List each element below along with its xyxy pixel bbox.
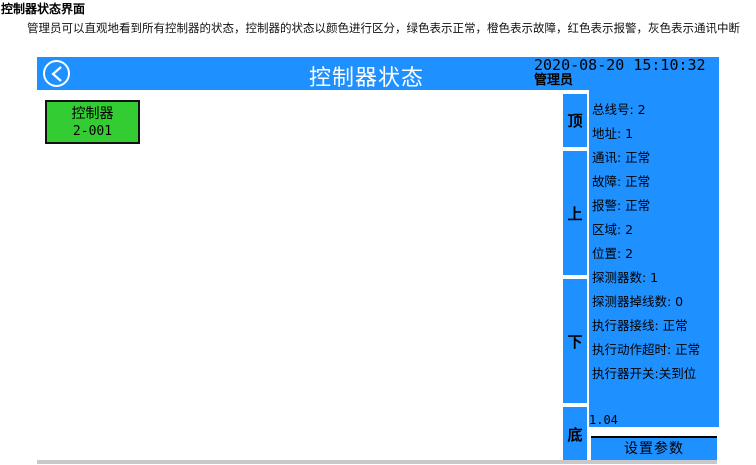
info-location: 位置: 2 [592, 246, 634, 261]
controller-name: 控制器 [71, 106, 114, 122]
header-bar: 控制器状态 2020-08-20 15:10:32 管理员 [37, 56, 719, 91]
page-nav: 顶 上 下 底 [563, 90, 587, 461]
nav-up-button[interactable]: 上 [563, 151, 587, 275]
datetime: 2020-08-20 15:10:32 [534, 56, 706, 74]
doc-paragraph: 管理员可以直观地看到所有控制器的状态，控制器的状态以颜色进行区分，绿色表示正常，… [27, 21, 740, 35]
settings-button[interactable]: 设置参数 [591, 436, 717, 460]
bottom-scrollbar[interactable] [37, 460, 717, 464]
info-actuator-wiring: 执行器接线: 正常 [592, 318, 688, 333]
info-alarm: 报警: 正常 [592, 198, 651, 213]
nav-down-button[interactable]: 下 [563, 279, 587, 403]
back-arrow-icon [51, 66, 62, 82]
info-fault: 故障: 正常 [592, 174, 651, 189]
info-communication: 通讯: 正常 [592, 150, 651, 165]
info-bus-number: 总线号: 2 [592, 102, 646, 117]
controller-tile[interactable]: 控制器 2-001 [45, 100, 140, 144]
controller-status-screen: 控制器状态 2020-08-20 15:10:32 管理员 控制器 2-001 … [37, 57, 719, 461]
controller-address: 2-001 [72, 124, 113, 139]
info-detector-count: 探测器数: 1 [592, 270, 659, 285]
doc-heading: 控制器状态界面 [1, 2, 86, 16]
nav-bottom-button[interactable]: 底 [563, 407, 587, 461]
nav-top-button[interactable]: 顶 [563, 94, 587, 147]
info-actuator-switch: 执行器开关:关到位 [592, 366, 697, 381]
info-area: 区域: 2 [592, 222, 634, 237]
back-button[interactable] [43, 60, 70, 87]
info-actuator-timeout: 执行动作超时: 正常 [592, 342, 701, 357]
info-address: 地址: 1 [592, 126, 634, 141]
info-detector-offline-count: 探测器掉线数: 0 [592, 294, 684, 309]
current-user: 管理员 [534, 73, 574, 88]
page-title: 控制器状态 [309, 66, 425, 91]
version-label: 1.04 [589, 413, 618, 427]
controller-info-panel: 总线号: 2 地址: 1 通讯: 正常 故障: 正常 报警: 正常 区域: 2 … [589, 90, 719, 427]
